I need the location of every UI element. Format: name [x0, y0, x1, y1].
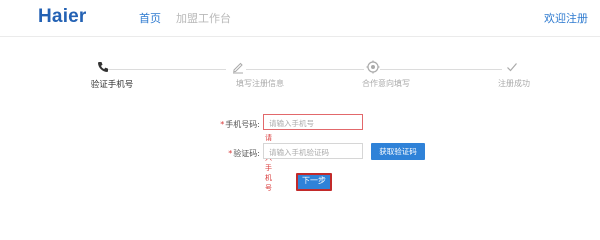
required-mark: *	[228, 149, 233, 158]
step-label-fill-info: 填写注册信息	[236, 79, 284, 88]
step-connector	[108, 69, 226, 70]
phone-input[interactable]: 请输入手机号	[263, 114, 363, 130]
top-header: Haier 首页 加盟工作台 欢迎注册	[0, 0, 600, 37]
code-placeholder: 请输入手机验证码	[269, 148, 329, 157]
nav-franchise-workbench-link[interactable]: 加盟工作台	[176, 10, 231, 26]
checkmark-icon	[507, 63, 517, 72]
step-label-verify-phone: 验证手机号	[90, 80, 134, 90]
code-label-text: 验证码:	[233, 149, 260, 158]
nav-home-link[interactable]: 首页	[139, 10, 161, 26]
get-code-button[interactable]: 获取验证码	[371, 143, 425, 160]
haier-logo[interactable]: Haier	[38, 6, 87, 28]
step-connector	[380, 69, 502, 70]
phone-label-text: 手机号码:	[225, 120, 260, 129]
welcome-register-link[interactable]: 欢迎注册	[544, 10, 588, 26]
phone-icon	[98, 62, 108, 72]
step-connector	[246, 69, 364, 70]
phone-error-message: 请输入手机号	[265, 134, 272, 192]
step-label-cooperation-intent: 合作意向填写	[362, 79, 410, 88]
registration-steps: 验证手机号 填写注册信息 合作意向填写 注册成功	[0, 60, 600, 90]
code-field-label: *验证码:	[190, 148, 260, 159]
phone-field-label: *手机号码:	[190, 119, 260, 130]
target-icon	[366, 60, 380, 74]
step-label-success: 注册成功	[498, 79, 530, 88]
next-step-label: 下一步	[302, 176, 326, 185]
next-step-button[interactable]: 下一步	[296, 173, 332, 191]
verification-code-input[interactable]: 请输入手机验证码	[263, 143, 363, 159]
phone-placeholder: 请输入手机号	[269, 119, 314, 128]
pencil-icon	[233, 62, 243, 74]
required-mark: *	[220, 120, 225, 129]
